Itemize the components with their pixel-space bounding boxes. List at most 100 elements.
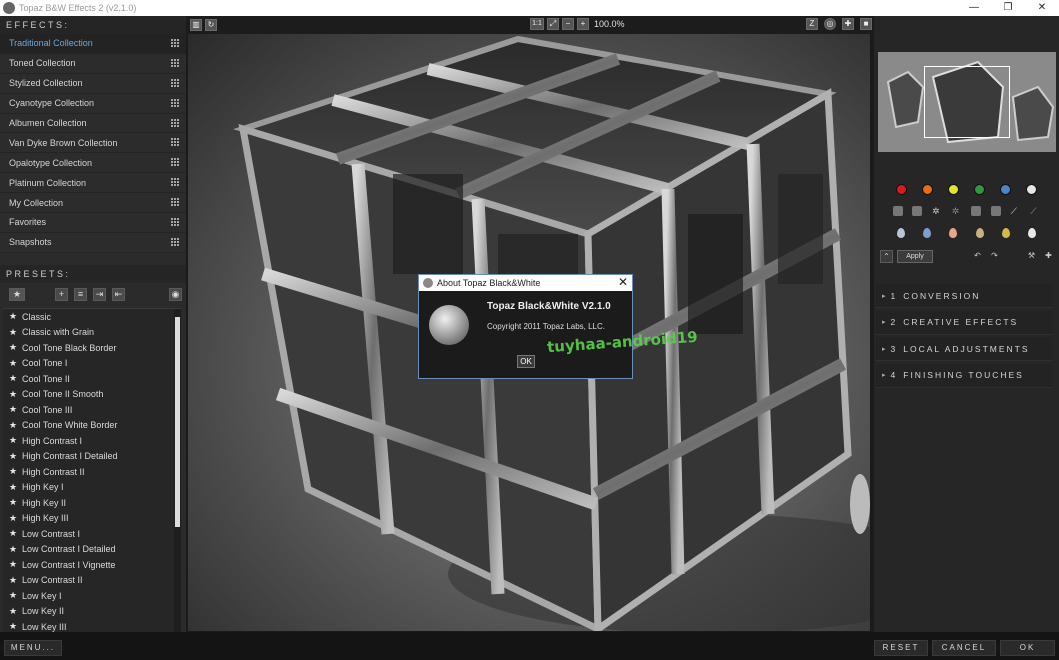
refresh-icon[interactable]: ↻ (205, 19, 217, 31)
star-icon[interactable]: ★ (9, 482, 18, 493)
dialog-close-icon[interactable]: ✕ (618, 276, 628, 289)
grid-view-icon[interactable] (171, 178, 180, 188)
grid-view-icon[interactable] (171, 38, 180, 48)
background-icon[interactable]: ■ (860, 18, 872, 30)
preset-item[interactable]: ★ Cool Tone III (3, 402, 181, 418)
preset-item[interactable]: ★ Classic (3, 309, 181, 325)
preset-item[interactable]: ★ High Key I (3, 480, 181, 496)
favorite-star-icon[interactable]: ★ (9, 287, 25, 301)
scrollbar-thumb[interactable] (175, 317, 180, 527)
undo-icon[interactable]: ↶ (971, 250, 984, 263)
effect-collection-item[interactable]: Cyanotype Collection (0, 93, 186, 114)
color-filter-dot[interactable] (921, 183, 933, 195)
drop-gold-icon[interactable] (1001, 228, 1010, 238)
dialog-ok-button[interactable]: OK (517, 355, 535, 368)
grid-view-icon[interactable] (171, 158, 180, 168)
navigator-thumbnail[interactable] (878, 52, 1056, 152)
grid-view-icon[interactable] (171, 138, 180, 148)
undo-history-icon[interactable]: Z (806, 18, 818, 30)
effect-collection-item[interactable]: My Collection (0, 193, 186, 214)
star-icon[interactable]: ★ (9, 358, 18, 369)
star-icon[interactable]: ★ (9, 513, 18, 524)
effect-collection-item[interactable]: Toned Collection (0, 53, 186, 74)
preset-item[interactable]: ★ Cool Tone White Border (3, 418, 181, 434)
preset-item[interactable]: ★ Cool Tone II Smooth (3, 387, 181, 403)
effect-collection-item[interactable]: Opalotype Collection (0, 153, 186, 174)
star-icon[interactable]: ★ (9, 606, 18, 617)
sun-icon[interactable]: ✲ (932, 206, 942, 216)
apply-button[interactable]: Apply (897, 250, 933, 263)
color-filter-dot[interactable] (974, 183, 986, 195)
sliders-alt-icon[interactable] (990, 206, 1001, 216)
star-icon[interactable]: ★ (9, 435, 18, 446)
star-icon[interactable]: ★ (9, 389, 18, 400)
color-filter-dot[interactable] (1000, 183, 1012, 195)
sliders-icon[interactable] (971, 206, 982, 216)
preset-item[interactable]: ★ High Contrast I Detailed (3, 449, 181, 465)
import-preset-icon[interactable]: ⇥ (93, 287, 106, 301)
adjustment-section[interactable]: ▸ 1 CONVERSION (876, 284, 1052, 308)
adjustment-section[interactable]: ▸ 3 LOCAL ADJUSTMENTS (876, 337, 1052, 361)
split-view-icon[interactable]: ▥ (190, 19, 202, 31)
contrast-alt-icon[interactable] (912, 206, 923, 216)
star-icon[interactable]: ★ (9, 327, 18, 338)
preset-item[interactable]: ★ Cool Tone Black Border (3, 340, 181, 356)
star-icon[interactable]: ★ (9, 420, 18, 431)
pan-icon[interactable]: ✚ (842, 18, 854, 30)
target-icon[interactable]: ◎ (824, 18, 836, 30)
color-filter-dot[interactable] (1026, 183, 1038, 195)
preset-item[interactable]: ★ High Contrast II (3, 464, 181, 480)
effect-collection-item[interactable]: Snapshots (0, 232, 186, 253)
menu-button[interactable]: MENU... (4, 640, 62, 656)
presets-scrollbar[interactable] (174, 309, 181, 632)
star-icon[interactable]: ★ (9, 373, 18, 384)
color-filter-dot[interactable] (947, 183, 959, 195)
preset-item[interactable]: ★ Low Key I (3, 588, 181, 604)
star-icon[interactable]: ★ (9, 575, 18, 586)
add-preset-icon[interactable]: + (55, 287, 68, 301)
navigator-viewport[interactable] (924, 66, 1010, 138)
preset-item[interactable]: ★ Low Key II (3, 604, 181, 620)
drop-blue-icon[interactable] (923, 228, 932, 238)
grid-view-icon[interactable] (171, 78, 180, 88)
zoom-in-icon[interactable]: + (577, 18, 589, 30)
reset-button[interactable]: RESET (874, 640, 928, 656)
grid-view-icon[interactable] (171, 98, 180, 108)
drop-tan-icon[interactable] (975, 228, 984, 238)
effect-collection-item[interactable]: Traditional Collection (0, 34, 186, 54)
adjustment-section[interactable]: ▸ 2 CREATIVE EFFECTS (876, 310, 1052, 335)
cancel-button[interactable]: CANCEL (932, 640, 996, 656)
effect-collection-item[interactable]: Albumen Collection (0, 113, 186, 134)
preset-item[interactable]: ★ Low Contrast II (3, 573, 181, 589)
preset-item[interactable]: ★ Low Contrast I Vignette (3, 557, 181, 573)
minimize-button[interactable]: — (957, 0, 991, 16)
color-filter-dot[interactable] (895, 183, 907, 195)
star-icon[interactable]: ★ (9, 559, 18, 570)
star-icon[interactable]: ★ (9, 621, 18, 632)
star-icon[interactable]: ★ (9, 342, 18, 353)
effect-collection-item[interactable]: Van Dyke Brown Collection (0, 133, 186, 154)
adjustment-section[interactable]: ▸ 4 FINISHING TOUCHES (876, 363, 1052, 388)
preset-item[interactable]: ★ High Key III (3, 511, 181, 527)
grid-view-icon[interactable] (171, 58, 180, 68)
effect-collection-item[interactable]: Stylized Collection (0, 73, 186, 94)
snapshot-camera-icon[interactable]: ◉ (169, 287, 182, 301)
zoom-out-icon[interactable]: − (562, 18, 574, 30)
brush-icon[interactable]: ⟋ (1011, 206, 1021, 216)
star-icon[interactable]: ★ (9, 451, 18, 462)
pin-icon[interactable]: ✚ (1042, 250, 1055, 263)
export-preset-icon[interactable]: ⇤ (112, 287, 125, 301)
preset-item[interactable]: ★ High Key II (3, 495, 181, 511)
drop-white-icon[interactable] (1027, 228, 1036, 238)
wrench-icon[interactable]: ⚒ (1025, 250, 1038, 263)
redo-icon[interactable]: ↷ (988, 250, 1001, 263)
close-button[interactable]: ✕ (1025, 0, 1059, 16)
brush-alt-icon[interactable]: ⟋ (1030, 206, 1040, 216)
star-icon[interactable]: ★ (9, 528, 18, 539)
preset-list-icon[interactable]: ≡ (74, 287, 87, 301)
grid-view-icon[interactable] (171, 237, 180, 247)
maximize-button[interactable]: ❐ (991, 0, 1025, 16)
star-icon[interactable]: ★ (9, 311, 18, 322)
preset-item[interactable]: ★ Cool Tone I (3, 356, 181, 372)
collapse-up-icon[interactable]: ⌃ (880, 250, 893, 263)
